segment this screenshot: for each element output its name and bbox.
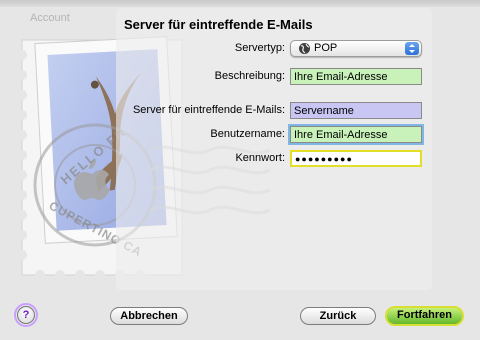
kennwort-label: Kennwort: <box>235 152 285 164</box>
globe-icon <box>299 43 310 54</box>
beschreibung-field[interactable] <box>290 68 422 85</box>
servertyp-value: POP <box>314 42 338 54</box>
popup-arrows-icon <box>405 42 419 55</box>
kennwort-field[interactable] <box>290 150 422 167</box>
servertyp-popup[interactable]: POP <box>290 40 422 57</box>
beschreibung-label: Beschreibung: <box>214 70 285 82</box>
continue-button[interactable]: Fortfahren <box>385 306 464 326</box>
server-label: Server für eintreffende E-Mails: <box>132 104 285 116</box>
servertyp-label: Servertyp: <box>234 42 285 54</box>
back-button[interactable]: Zurück <box>300 307 376 325</box>
section-title: Server für eintreffende E-Mails <box>124 17 313 32</box>
benutzername-label: Benutzername: <box>210 128 285 140</box>
cancel-button[interactable]: Abbrechen <box>110 307 188 325</box>
help-button[interactable]: ? <box>17 306 35 324</box>
benutzername-field[interactable] <box>290 126 422 143</box>
server-field[interactable] <box>290 102 422 119</box>
